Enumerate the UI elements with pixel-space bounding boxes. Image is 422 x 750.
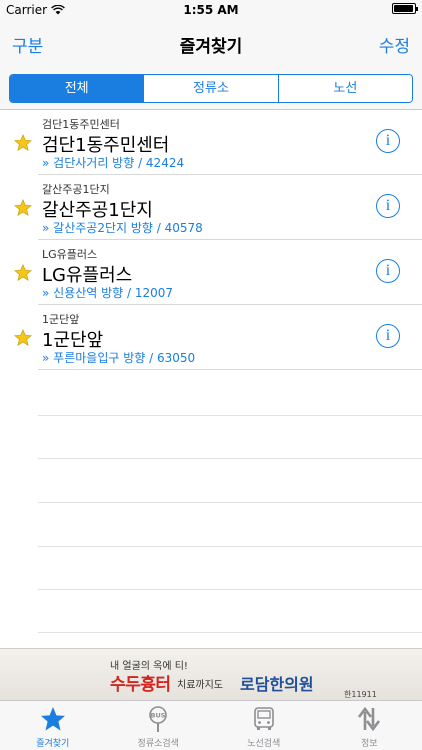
empty-row-divider	[38, 458, 422, 459]
status-time: 1:55 AM	[183, 3, 239, 17]
stop-subtitle: 갈산주공1단지	[42, 183, 110, 196]
stop-direction: » 신용산역 방향 / 12007	[42, 286, 174, 300]
page-title: 즐겨찾기	[179, 37, 243, 57]
stop-subtitle: 1군단앞	[42, 313, 80, 326]
star-icon[interactable]	[14, 134, 32, 152]
empty-row-divider	[38, 415, 422, 416]
bus-stop-icon: BUS	[149, 706, 168, 732]
empty-row-divider	[38, 589, 422, 590]
tab-info[interactable]: 정보	[317, 701, 422, 750]
list-item[interactable]: 검단1동주민센터 검단1동주민센터 » 검단사거리 방향 / 42424 i	[0, 110, 422, 175]
navigation-bar: 구분 즐겨찾기 수정	[0, 20, 422, 64]
empty-row-divider	[38, 546, 422, 547]
star-icon[interactable]	[14, 329, 32, 347]
stop-direction: » 푸른마을입구 방향 / 63050	[42, 351, 196, 365]
ad-code: 한11911	[344, 690, 377, 699]
segment-all[interactable]: 전체	[10, 75, 144, 102]
stop-subtitle: LG유플러스	[42, 248, 98, 261]
empty-row-divider	[38, 632, 422, 633]
battery-group	[392, 3, 418, 14]
star-icon	[40, 707, 65, 731]
tab-favorites[interactable]: 즐겨찾기	[0, 701, 106, 750]
ad-brand: 로담한의원	[240, 675, 314, 694]
bus-icon	[253, 707, 274, 730]
ad-subtext: 치료까지도	[177, 680, 223, 691]
stop-subtitle: 검단1동주민센터	[42, 118, 120, 131]
tab-stop-search[interactable]: BUS 정류소검색	[106, 701, 212, 750]
empty-row-divider	[38, 502, 422, 503]
tab-label: 노선검색	[247, 739, 281, 749]
stop-direction: » 갈산주공2단지 방향 / 40578	[42, 221, 203, 235]
ad-banner[interactable]: 내 얼굴의 옥에 티! 수두흉터 치료까지도 로담한의원 한11911	[0, 648, 422, 700]
favorites-list: 검단1동주민센터 검단1동주민센터 » 검단사거리 방향 / 42424 i 갈…	[0, 110, 422, 648]
star-icon[interactable]	[14, 264, 32, 282]
info-icon[interactable]: i	[376, 259, 400, 283]
list-item[interactable]: 1군단앞 1군단앞 » 푸른마을입구 방향 / 63050 i	[0, 305, 422, 370]
ad-headline: 수두흉터	[110, 675, 171, 695]
edit-button[interactable]: 수정	[379, 32, 410, 57]
row-divider	[38, 369, 422, 370]
stop-direction: » 검단사거리 방향 / 42424	[42, 156, 185, 170]
status-bar: Carrier 1:55 AM	[0, 0, 422, 20]
svg-text:BUS: BUS	[151, 712, 166, 720]
tab-bar: 즐겨찾기 BUS 정류소검색 노선검색 정보	[0, 700, 422, 750]
tab-label: 정보	[360, 739, 378, 749]
tab-route-search[interactable]: 노선검색	[211, 701, 317, 750]
info-icon[interactable]: i	[376, 129, 400, 153]
info-icon[interactable]: i	[376, 324, 400, 348]
tab-label: 정류소검색	[137, 739, 179, 749]
battery-icon	[392, 3, 418, 14]
segment-stops[interactable]: 정류소	[143, 75, 278, 102]
filter-bar: 전체 정류소 노선	[0, 64, 422, 110]
list-item[interactable]: LG유플러스 LG유플러스 » 신용산역 방향 / 12007 i	[0, 240, 422, 305]
info-icon[interactable]: i	[376, 194, 400, 218]
list-item[interactable]: 갈산주공1단지 갈산주공1단지 » 갈산주공2단지 방향 / 40578 i	[0, 175, 422, 240]
up-down-arrows-icon	[358, 706, 381, 732]
segmented-control: 전체 정류소 노선	[9, 74, 413, 103]
star-icon[interactable]	[14, 199, 32, 217]
segment-routes[interactable]: 노선	[277, 75, 412, 102]
tab-label: 즐겨찾기	[36, 739, 70, 749]
